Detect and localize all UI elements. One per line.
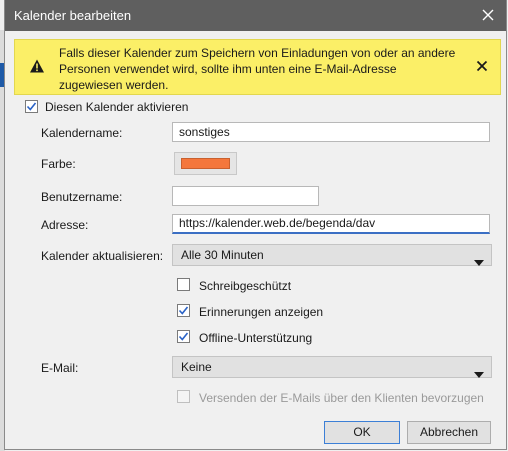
address-input[interactable]: https://kalender.web.de/begenda/dav bbox=[172, 214, 490, 234]
calendar-name-label: Kalendername: bbox=[41, 126, 123, 140]
color-label: Farbe: bbox=[41, 157, 76, 171]
reminders-label: Erinnerungen anzeigen bbox=[199, 305, 324, 319]
calendar-name-input[interactable]: sonstiges bbox=[172, 122, 490, 142]
ok-button[interactable]: OK bbox=[324, 421, 400, 444]
color-picker-button[interactable] bbox=[174, 152, 237, 175]
email-label: E-Mail: bbox=[41, 361, 79, 375]
cancel-button[interactable]: Abbrechen bbox=[407, 421, 491, 444]
refresh-interval-select[interactable]: Alle 30 Minuten bbox=[172, 244, 492, 266]
warning-text: Falls dieser Kalender zum Speichern von … bbox=[59, 46, 456, 92]
warning-icon bbox=[29, 58, 45, 74]
readonly-checkbox[interactable] bbox=[177, 278, 190, 291]
email-warning-banner: Falls dieser Kalender zum Speichern von … bbox=[14, 39, 501, 95]
edit-calendar-dialog: Kalender bearbeiten Falls dieser Kalende… bbox=[4, 0, 507, 450]
chevron-down-icon bbox=[474, 364, 484, 378]
window-title: Kalender bearbeiten bbox=[14, 8, 132, 23]
address-label: Adresse: bbox=[41, 218, 89, 232]
reminders-checkbox[interactable] bbox=[177, 304, 190, 317]
dismiss-banner-icon[interactable] bbox=[474, 58, 490, 74]
offline-support-label: Offline-Unterstützung bbox=[199, 331, 313, 345]
username-label: Benutzername: bbox=[41, 190, 123, 204]
refresh-interval-value: Alle 30 Minuten bbox=[181, 248, 264, 262]
offline-support-checkbox[interactable] bbox=[177, 330, 190, 343]
address-overflow-fade bbox=[379, 215, 489, 232]
title-bar: Kalender bearbeiten bbox=[5, 0, 506, 31]
send-via-client-label: Versenden der E-Mails über den Klienten … bbox=[199, 391, 484, 405]
refresh-label: Kalender aktualisieren: bbox=[41, 249, 164, 263]
email-identity-value: Keine bbox=[181, 360, 212, 374]
enable-calendar-checkbox[interactable] bbox=[25, 100, 38, 113]
chevron-down-icon bbox=[474, 252, 484, 266]
close-icon[interactable] bbox=[478, 5, 498, 25]
email-identity-select[interactable]: Keine bbox=[172, 356, 492, 378]
color-swatch bbox=[181, 158, 230, 169]
readonly-label: Schreibgeschützt bbox=[199, 279, 292, 293]
send-via-client-checkbox[interactable] bbox=[177, 390, 190, 403]
address-value: https://kalender.web.de/begenda/dav bbox=[179, 216, 376, 230]
username-input[interactable] bbox=[172, 186, 319, 206]
enable-calendar-label: Diesen Kalender aktivieren bbox=[45, 100, 189, 114]
